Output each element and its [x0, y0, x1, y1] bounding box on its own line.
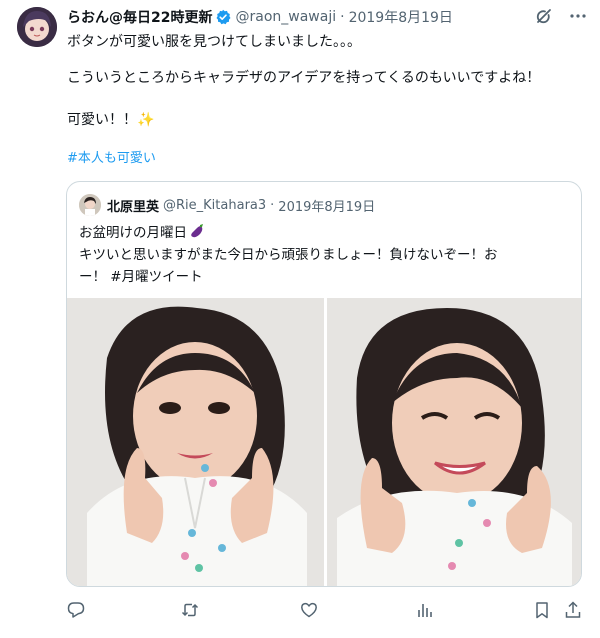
bookmark-icon[interactable]	[532, 600, 552, 620]
tweet-actions	[66, 600, 586, 620]
quote-line: お盆明けの月曜日	[79, 225, 187, 241]
tweet-line: ボタンが可愛い服を見つけてしまいました。。。	[67, 34, 361, 50]
verified-badge-icon	[215, 9, 231, 25]
quote-line: ー！ #月曜ツイート	[79, 269, 203, 285]
quote-author-name: 北原里英	[107, 199, 160, 215]
quote-line: キツいと思いますがまた今日から頑張りましょー！負けないぞー！お	[79, 247, 498, 263]
photo-right[interactable]	[326, 298, 581, 586]
quote-author-avatar[interactable]	[79, 194, 101, 216]
quoted-tweet[interactable]: 北原里英 @Rie_Kitahara3 · 2019年8月19日 お盆明けの月曜…	[66, 181, 582, 587]
quote-text: お盆明けの月曜日 キツいと思いますがまた今日から頑張りましょー！負けないぞー！お…	[79, 222, 574, 288]
share-icon[interactable]	[563, 600, 583, 620]
views-icon[interactable]	[415, 600, 435, 620]
tweet-line: 可愛い！！✨	[67, 112, 155, 128]
photo-left[interactable]	[67, 298, 324, 586]
quote-header: 北原里英 @Rie_Kitahara3 · 2019年8月19日	[79, 194, 375, 216]
hashtag-link[interactable]: #本人も可愛い	[67, 149, 156, 169]
author-handle[interactable]: @raon_wawaji	[235, 9, 336, 25]
grok-icon[interactable]	[534, 6, 554, 26]
eggplant-icon	[189, 223, 205, 239]
retweet-icon[interactable]	[180, 600, 200, 620]
top-actions	[534, 6, 588, 26]
reply-icon[interactable]	[66, 600, 86, 620]
tweet-header: らおん@毎日22時更新 @raon_wawaji · 2019年8月19日	[67, 6, 453, 28]
more-icon[interactable]	[568, 6, 588, 26]
separator: ·	[340, 9, 345, 25]
quote-author-handle: @Rie_Kitahara3	[163, 197, 267, 213]
quote-date: 2019年8月19日	[278, 199, 376, 215]
tweet[interactable]: らおん@毎日22時更新 @raon_wawaji · 2019年8月19日 ボタ…	[0, 0, 600, 638]
author-avatar[interactable]	[17, 7, 57, 47]
quote-separator: ·	[270, 197, 275, 213]
tweet-line: こういうところからキャラデザのアイデアを持ってくるのもいいですよね！	[67, 70, 541, 86]
tweet-date[interactable]: 2019年8月19日	[349, 7, 453, 27]
like-icon[interactable]	[299, 600, 319, 620]
quote-media	[67, 298, 581, 586]
author-name[interactable]: らおん@毎日22時更新	[67, 7, 212, 27]
